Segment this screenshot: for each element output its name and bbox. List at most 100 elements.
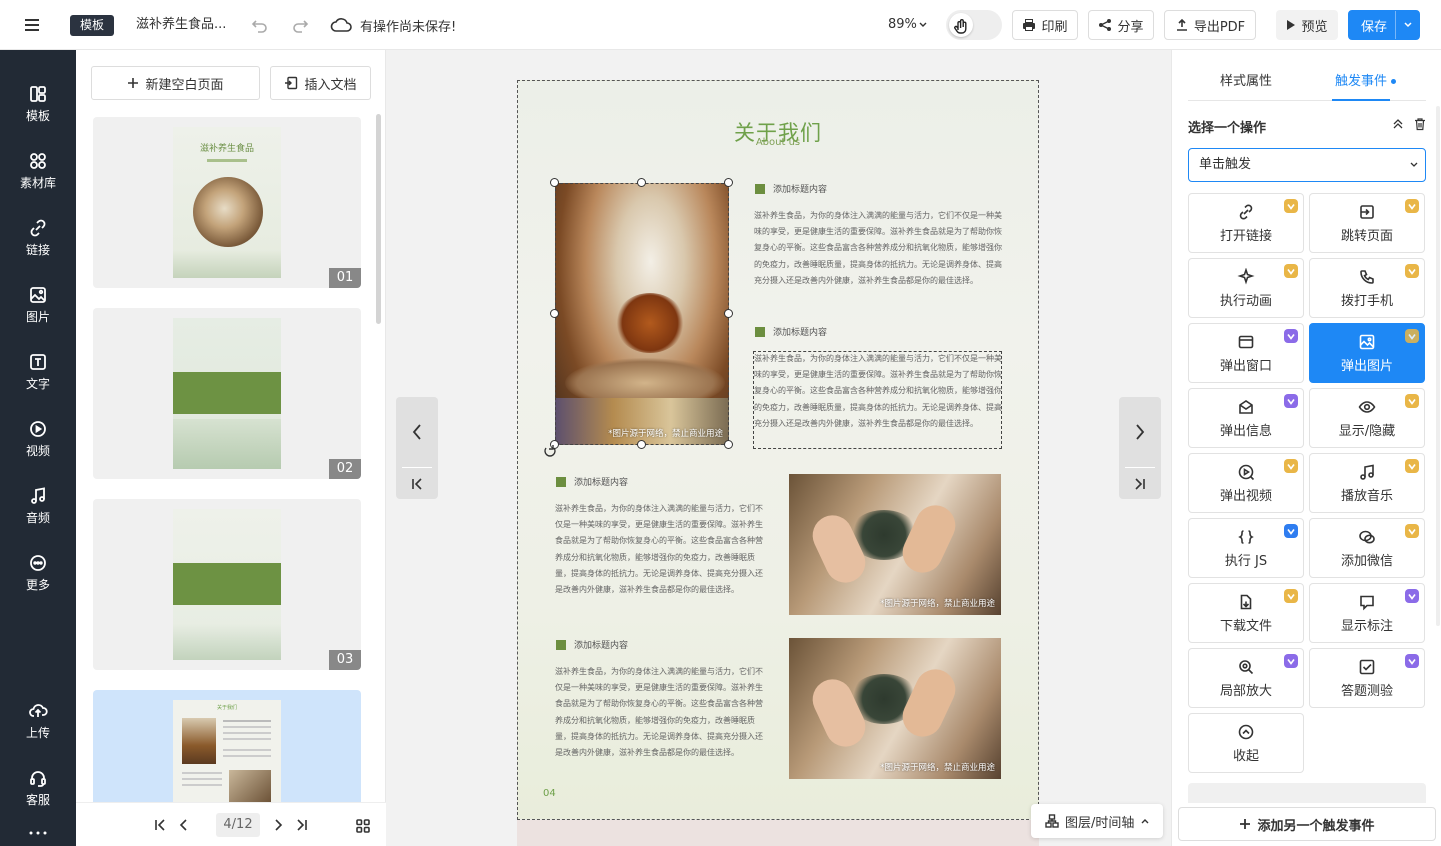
action-jump[interactable]: 跳转页面 [1309, 193, 1425, 253]
document-page[interactable]: 关于我们 About us *图片源于网络，禁止商业用途 添加标题内容 滋补养生… [517, 80, 1039, 820]
action-phone[interactable]: 拨打手机 [1309, 258, 1425, 318]
save-dropdown[interactable] [1395, 11, 1419, 39]
section-heading[interactable]: 添加标题内容 [755, 182, 827, 195]
nav-audio[interactable]: 音频 [0, 486, 76, 526]
resize-handle[interactable] [724, 309, 733, 318]
rotate-icon[interactable] [542, 443, 558, 459]
ellipsis-icon[interactable] [28, 830, 48, 836]
scrollbar[interactable] [1436, 106, 1440, 626]
action-play[interactable]: 弹出视频 [1188, 453, 1304, 513]
vip-badge-icon [1405, 524, 1419, 538]
first-page-icon[interactable] [411, 478, 423, 490]
action-collapse[interactable]: 收起 [1188, 713, 1304, 773]
trash-icon[interactable] [1413, 117, 1427, 131]
page-subtitle[interactable]: About us [518, 137, 1038, 148]
collapse-up-icon[interactable] [1391, 117, 1405, 131]
action-wechat[interactable]: 添加微信 [1309, 518, 1425, 578]
action-label: 弹出信息 [1219, 423, 1272, 439]
new-page-button[interactable]: 新建空白页面 [91, 66, 260, 100]
resize-handle[interactable] [724, 178, 733, 187]
page-thumbnail-1[interactable]: 滋补养生食品 01 [93, 117, 361, 288]
first-page-icon[interactable] [154, 819, 166, 831]
action-eye[interactable]: 显示/隐藏 [1309, 388, 1425, 448]
redo-icon[interactable] [290, 15, 310, 35]
page-thumbnail-2[interactable]: 02 [93, 308, 361, 479]
nav-image[interactable]: 图片 [0, 285, 76, 325]
nav-label: 图片 [25, 310, 50, 324]
action-label: 收起 [1232, 748, 1259, 764]
next-page-icon[interactable] [272, 819, 284, 831]
action-comment[interactable]: 显示标注 [1309, 583, 1425, 643]
nav-upload[interactable]: 上传 [0, 701, 76, 741]
add-trigger-event-button[interactable]: 添加另一个触发事件 [1178, 807, 1436, 841]
next-page-button[interactable] [1119, 397, 1161, 499]
last-page-icon[interactable] [1134, 478, 1146, 490]
section-body[interactable]: 滋补养生食品，为你的身体注入满满的能量与活力，它们不仅是一种美味的享受，更是健康… [754, 208, 1004, 289]
last-page-icon[interactable] [296, 819, 308, 831]
section-body[interactable]: 滋补养生食品，为你的身体注入满满的能量与活力，它们不仅是一种美味的享受，更是健康… [754, 351, 1004, 432]
print-button[interactable]: 印刷 [1012, 10, 1078, 40]
tab-event[interactable]: 触发事件 [1335, 70, 1397, 89]
nav-material[interactable]: 素材库 [0, 151, 76, 191]
action-download[interactable]: 下载文件 [1188, 583, 1304, 643]
nav-link[interactable]: 链接 [0, 218, 76, 258]
action-link[interactable]: 打开链接 [1188, 193, 1304, 253]
resize-handle[interactable] [550, 309, 559, 318]
action-code[interactable]: 执行 JS [1188, 518, 1304, 578]
section-heading[interactable]: 添加标题内容 [755, 325, 827, 338]
action-sparkle[interactable]: 执行动画 [1188, 258, 1304, 318]
action-music[interactable]: 播放音乐 [1309, 453, 1425, 513]
layers-icon [1045, 814, 1059, 828]
page-thumbnail-3[interactable]: 03 [93, 499, 361, 670]
layer-timeline-button[interactable]: 图层/时间轴 [1031, 804, 1163, 838]
action-quiz[interactable]: 答题测验 [1309, 648, 1425, 708]
save-button[interactable]: 保存 [1348, 10, 1420, 40]
section-heading[interactable]: 添加标题内容 [556, 638, 628, 651]
resize-handle[interactable] [637, 178, 646, 187]
chevron-right-icon [1136, 424, 1145, 440]
nav-video[interactable]: 视频 [0, 419, 76, 459]
scrollbar[interactable] [376, 114, 381, 324]
tab-style[interactable]: 样式属性 [1220, 70, 1272, 89]
zoom-level[interactable]: 89% [888, 17, 917, 32]
action-window[interactable]: 弹出窗口 [1188, 323, 1304, 383]
prev-page-icon[interactable] [178, 819, 190, 831]
herb-photo[interactable]: *图片源于网络，禁止商业用途 [789, 638, 1001, 779]
phone-icon [1360, 269, 1374, 284]
grid-view-icon[interactable] [356, 819, 370, 833]
prev-page-button[interactable] [396, 397, 438, 499]
layer-timeline-label: 图层/时间轴 [1065, 815, 1135, 831]
nav-text[interactable]: 文字 [0, 352, 76, 392]
play-icon [1238, 464, 1255, 480]
action-image[interactable]: 弹出图片 [1309, 323, 1425, 383]
action-mail[interactable]: 弹出信息 [1188, 388, 1304, 448]
export-pdf-button[interactable]: 导出PDF [1164, 10, 1256, 40]
nav-template[interactable]: 模板 [0, 84, 76, 124]
chevron-down-icon[interactable] [918, 20, 928, 30]
menu-icon[interactable] [22, 15, 42, 35]
section-body[interactable]: 滋补养生食品，为你的身体注入满满的能量与活力，它们不仅是一种美味的享受，更是健康… [555, 664, 769, 761]
nav-service[interactable]: 客服 [0, 768, 76, 808]
thumbnail-preview: 关于我们 [173, 700, 281, 804]
action-label: 执行动画 [1219, 293, 1272, 309]
insert-doc-button[interactable]: 插入文档 [270, 66, 371, 100]
undo-icon[interactable] [250, 15, 270, 35]
page-thumbnail-4[interactable]: 关于我们 [93, 690, 361, 804]
herb-photo[interactable]: *图片源于网络，禁止商业用途 [789, 474, 1001, 615]
page-input[interactable]: 4/12 [216, 813, 260, 837]
upload-icon [29, 704, 48, 717]
section-heading[interactable]: 添加标题内容 [556, 475, 628, 488]
resize-handle[interactable] [724, 440, 733, 449]
trigger-select[interactable]: 单击触发 [1188, 148, 1426, 182]
drag-mode-toggle[interactable] [946, 10, 1002, 40]
hand-icon [954, 19, 967, 34]
nav-more[interactable]: 更多 [0, 553, 76, 593]
preview-button[interactable]: 预览 [1276, 10, 1338, 40]
resize-handle[interactable] [637, 440, 646, 449]
section-body[interactable]: 滋补养生食品，为你的身体注入满满的能量与活力，它们不仅是一种美味的享受，更是健康… [555, 501, 769, 598]
vip-badge-icon [1284, 329, 1298, 343]
share-button[interactable]: 分享 [1088, 10, 1154, 40]
document-title[interactable]: 滋补养生食品... [136, 15, 226, 35]
resize-handle[interactable] [550, 178, 559, 187]
action-zoom[interactable]: 局部放大 [1188, 648, 1304, 708]
